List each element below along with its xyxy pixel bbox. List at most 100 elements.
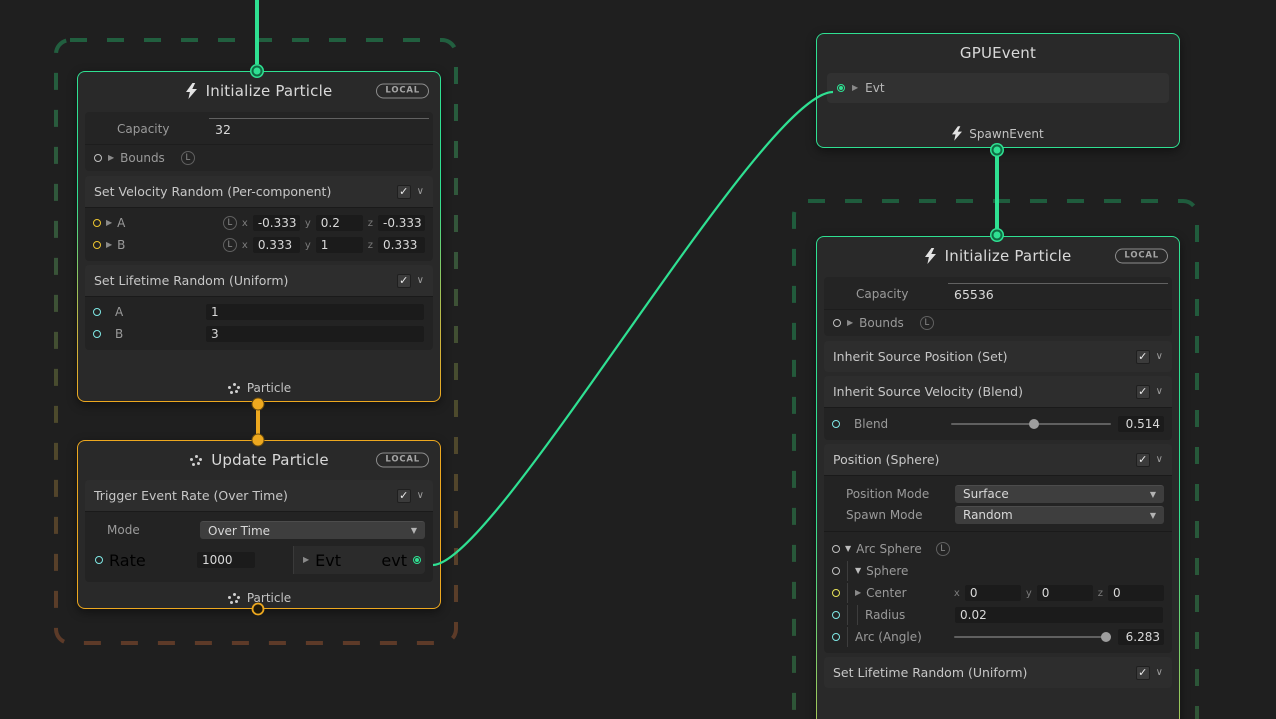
axis-z-label: z <box>368 218 373 229</box>
bounds-port[interactable] <box>833 319 841 327</box>
block-set-velocity-random[interactable]: Set Velocity Random (Per-component) A L … <box>85 176 433 261</box>
block-header[interactable]: Inherit Source Position (Set) <box>824 341 1172 372</box>
edge-evt-to-gpuevent[interactable] <box>433 92 833 565</box>
arc-sphere-port[interactable] <box>832 545 840 553</box>
block-header[interactable]: Trigger Event Rate (Over Time) <box>85 480 433 511</box>
block-enabled-checkbox[interactable] <box>1136 385 1150 399</box>
expand-triangle-icon[interactable] <box>855 589 861 597</box>
radius-row: Radius 0.02 <box>832 605 1164 625</box>
block-inherit-source-velocity[interactable]: Inherit Source Velocity (Blend) Blend 0.… <box>824 376 1172 440</box>
collapse-chevron-icon[interactable] <box>1156 667 1163 678</box>
blend-value-input[interactable]: 0.514 <box>1118 416 1164 432</box>
radius-port[interactable] <box>832 611 840 619</box>
blend-port[interactable] <box>832 420 840 428</box>
node-gpuevent[interactable]: GPUEvent Evt SpawnEvent <box>816 33 1180 148</box>
arc-angle-port[interactable] <box>832 633 840 641</box>
capacity-input[interactable]: 65536 <box>948 283 1168 302</box>
vfx-graph-canvas[interactable]: Initialize Particle LOCAL Capacity 32 Bo… <box>0 0 1276 719</box>
block-trigger-event-rate[interactable]: Trigger Event Rate (Over Time) Mode Over… <box>85 480 433 582</box>
radius-input[interactable]: 0.02 <box>955 607 1163 623</box>
block-set-lifetime-random[interactable]: Set Lifetime Random (Uniform) A 1 <box>85 265 433 350</box>
block-header[interactable]: Position (Sphere) <box>824 444 1172 475</box>
block-set-lifetime-random[interactable]: Set Lifetime Random (Uniform) <box>824 657 1172 688</box>
port-b[interactable] <box>93 330 101 338</box>
evt-output-port[interactable] <box>413 556 421 564</box>
rate-label: Rate <box>109 551 191 570</box>
position-mode-dropdown[interactable]: Surface <box>955 485 1164 503</box>
collapse-triangle-icon[interactable] <box>855 567 861 575</box>
node-title-row: GPUEvent <box>817 34 1179 71</box>
block-header[interactable]: Set Velocity Random (Per-component) <box>85 176 433 207</box>
space-badge[interactable]: L <box>936 542 950 556</box>
x-input[interactable]: -0.333 <box>253 215 300 231</box>
port-a[interactable] <box>93 308 101 316</box>
y-input[interactable]: 0 <box>1037 585 1093 601</box>
block-inherit-source-position[interactable]: Inherit Source Position (Set) <box>824 341 1172 372</box>
block-enabled-checkbox[interactable] <box>1136 453 1150 467</box>
port-b[interactable] <box>93 241 101 249</box>
spawn-mode-label: Spawn Mode <box>846 508 950 522</box>
block-enabled-checkbox[interactable] <box>397 489 411 503</box>
space-badge[interactable]: L <box>223 216 237 230</box>
arc-angle-value-input[interactable]: 6.283 <box>1118 629 1164 645</box>
block-enabled-checkbox[interactable] <box>1136 350 1150 364</box>
block-header[interactable]: Set Lifetime Random (Uniform) <box>85 265 433 296</box>
blend-slider[interactable] <box>949 418 1113 430</box>
collapse-triangle-icon[interactable] <box>845 545 851 553</box>
expand-triangle-icon[interactable] <box>852 84 858 92</box>
y-input[interactable]: 1 <box>316 237 363 253</box>
context-output-row: Particle <box>78 584 440 608</box>
evt-input-port[interactable] <box>837 84 845 92</box>
arc-angle-slider[interactable] <box>952 631 1113 643</box>
blend-slider-handle[interactable] <box>1029 419 1039 429</box>
x-input[interactable]: 0.333 <box>253 237 300 253</box>
collapse-chevron-icon[interactable] <box>417 186 424 197</box>
node-initialize-particle-left[interactable]: Initialize Particle LOCAL Capacity 32 Bo… <box>77 71 441 402</box>
mode-dropdown[interactable]: Over Time <box>200 521 425 539</box>
expand-triangle-icon[interactable] <box>303 556 309 564</box>
collapse-chevron-icon[interactable] <box>1156 454 1163 465</box>
z-input[interactable]: 0 <box>1108 585 1164 601</box>
port-a[interactable] <box>93 219 101 227</box>
block-enabled-checkbox[interactable] <box>397 274 411 288</box>
block-header[interactable]: Set Lifetime Random (Uniform) <box>824 657 1172 688</box>
space-badge[interactable]: L <box>223 238 237 252</box>
evt-input-label: Evt <box>865 81 884 95</box>
node-title-row: Update Particle LOCAL <box>78 441 440 478</box>
collapse-chevron-icon[interactable] <box>417 275 424 286</box>
arc-angle-slider-handle[interactable] <box>1101 632 1111 642</box>
a-input[interactable]: 1 <box>206 304 424 320</box>
z-input[interactable]: -0.333 <box>378 215 425 231</box>
collapse-chevron-icon[interactable] <box>1156 386 1163 397</box>
collapse-chevron-icon[interactable] <box>417 490 424 501</box>
node-update-particle[interactable]: Update Particle LOCAL Trigger Event Rate… <box>77 440 441 609</box>
x-input[interactable]: 0 <box>965 585 1021 601</box>
center-port[interactable] <box>832 589 840 597</box>
spawn-mode-dropdown[interactable]: Random <box>955 506 1164 524</box>
expand-triangle-icon[interactable] <box>106 219 112 227</box>
bounds-label: Bounds <box>859 316 904 330</box>
block-title: Set Lifetime Random (Uniform) <box>94 273 288 288</box>
b-input[interactable]: 3 <box>206 326 424 342</box>
rate-input[interactable]: 1000 <box>197 552 255 568</box>
z-input[interactable]: 0.333 <box>378 237 425 253</box>
node-initialize-particle-right[interactable]: Initialize Particle LOCAL Capacity 65536… <box>816 236 1180 719</box>
rate-port[interactable] <box>95 556 103 564</box>
blend-row: Blend 0.514 <box>832 414 1164 434</box>
lightning-icon <box>925 248 936 264</box>
expand-triangle-icon[interactable] <box>106 241 112 249</box>
bounds-port[interactable] <box>94 154 102 162</box>
space-badge[interactable]: L <box>920 316 934 330</box>
block-header[interactable]: Inherit Source Velocity (Blend) <box>824 376 1172 407</box>
expand-triangle-icon[interactable] <box>108 154 114 162</box>
block-enabled-checkbox[interactable] <box>1136 666 1150 680</box>
sphere-port[interactable] <box>832 567 840 575</box>
axis-z-label: z <box>1098 588 1103 599</box>
y-input[interactable]: 0.2 <box>316 215 363 231</box>
collapse-chevron-icon[interactable] <box>1156 351 1163 362</box>
block-enabled-checkbox[interactable] <box>397 185 411 199</box>
capacity-input[interactable]: 32 <box>209 118 429 137</box>
space-badge[interactable]: L <box>181 151 195 165</box>
block-position-sphere[interactable]: Position (Sphere) Position Mode Surface … <box>824 444 1172 653</box>
expand-triangle-icon[interactable] <box>847 319 853 327</box>
